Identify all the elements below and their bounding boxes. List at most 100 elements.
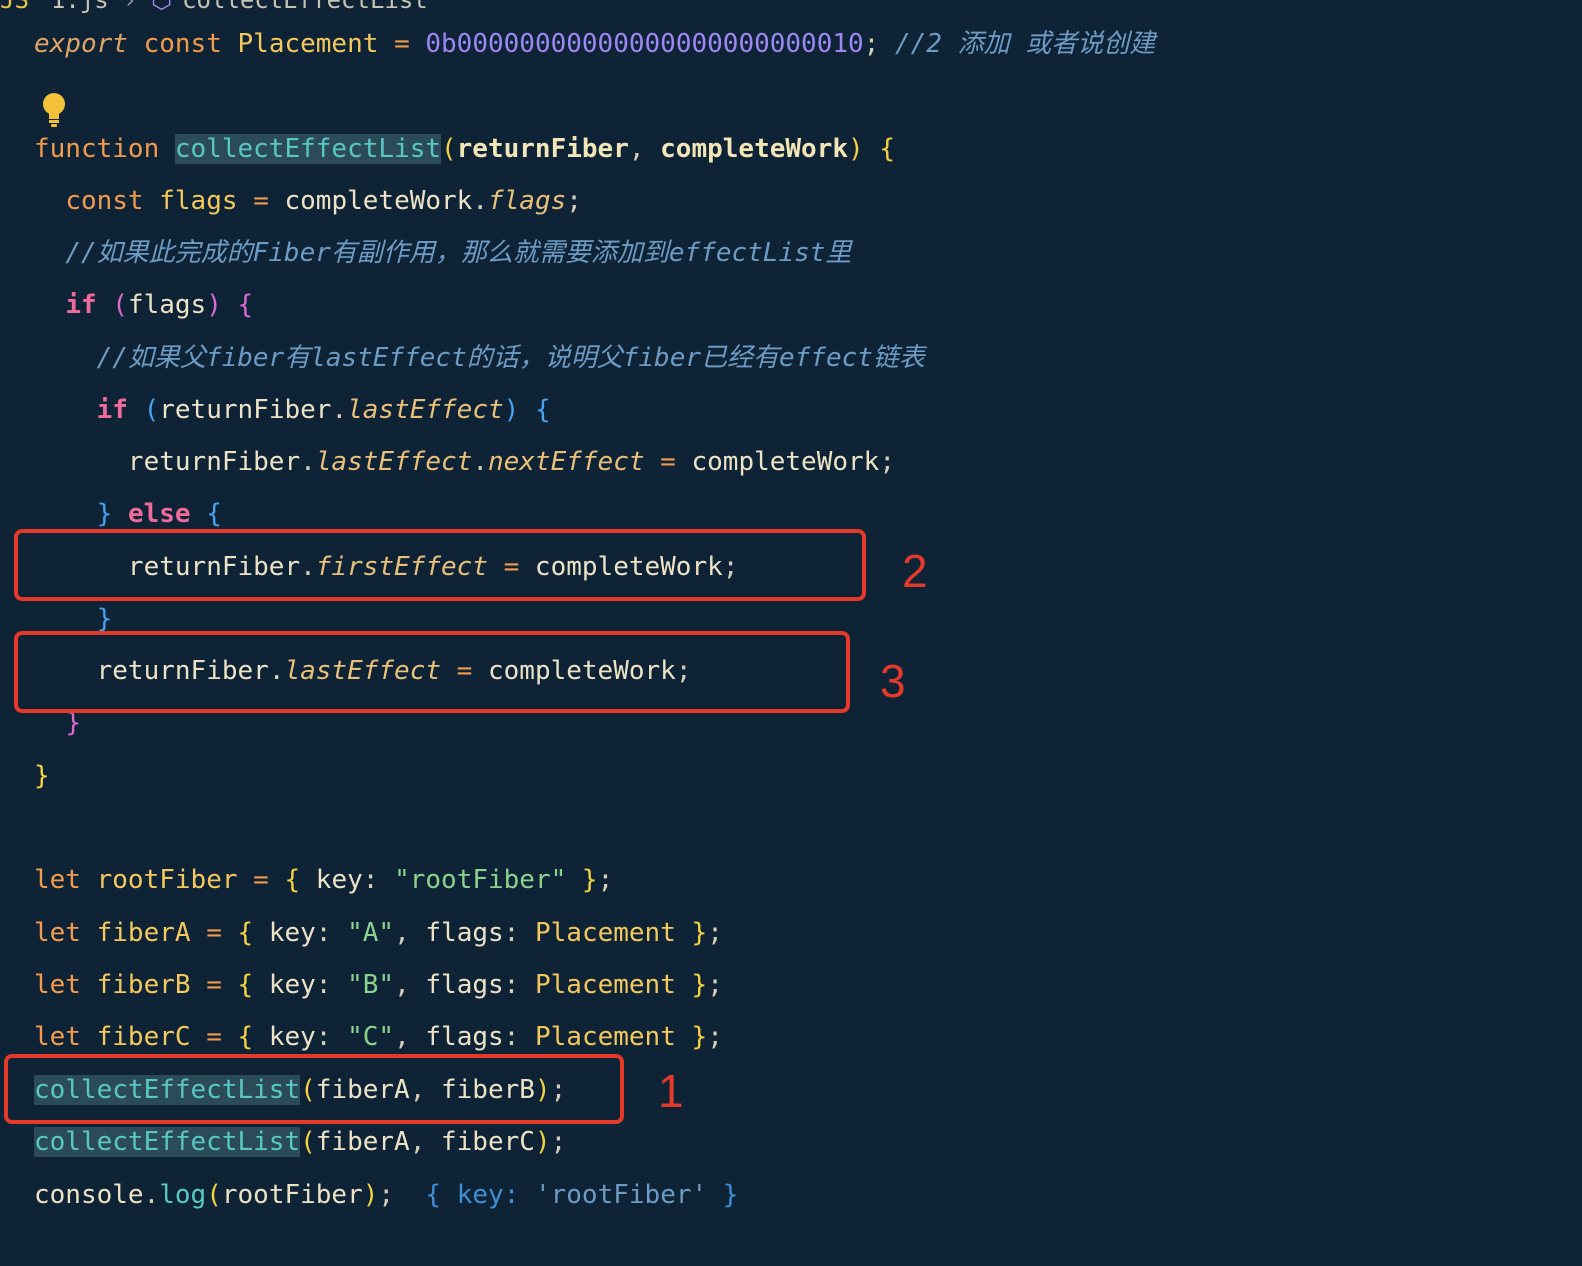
code-token: flags (425, 918, 504, 948)
function-name-highlight[interactable]: collectEffectList (174, 134, 441, 164)
code-token: } (691, 1022, 708, 1052)
code-token: { (237, 290, 254, 320)
code-token: , (409, 1127, 441, 1157)
code-token: = (206, 918, 222, 948)
code-line-7: if (returnFiber.lastEffect) { (34, 390, 551, 430)
code-token: ; (566, 186, 582, 216)
code-line-9: } else { (34, 494, 222, 534)
code-line-18: let fiberC = { key: "C", flags: Placemen… (34, 1017, 723, 1057)
hint-value: 'rootFiber' (534, 1180, 708, 1210)
code-token: } (691, 970, 708, 1000)
annotation-box-2 (14, 529, 866, 601)
code-token: = (660, 447, 676, 477)
code-token: log (159, 1180, 207, 1210)
code-line-2: function collectEffectList(returnFiber, … (34, 129, 895, 169)
inline-result-hint: { key: 'rootFiber' } (425, 1180, 739, 1210)
annotation-box-1 (4, 1054, 624, 1124)
code-token: fiberC (441, 1127, 535, 1157)
code-token: ) (848, 134, 864, 164)
code-token: Placement (237, 29, 379, 59)
code-token: ; (550, 1127, 567, 1157)
code-token: const (143, 29, 222, 59)
code-token: { (879, 134, 895, 164)
code-token: fiberA (96, 918, 191, 948)
code-token: Placement (534, 970, 676, 1000)
code-token: "rootFiber" (394, 865, 567, 895)
code-token: 0b00000000000000000000000010 (425, 29, 864, 59)
lightbulb-icon[interactable] (38, 90, 70, 128)
code-token: Placement (534, 918, 676, 948)
code-line-20: collectEffectList(fiberA, fiberC); (34, 1122, 566, 1162)
code-token: : (503, 918, 520, 948)
code-token: key (268, 970, 316, 1000)
code-line-14: } (34, 756, 50, 796)
code-token: lastEffect (347, 395, 504, 425)
code-token: returnFiber (127, 447, 301, 477)
code-token: ) (534, 1127, 551, 1157)
breadcrumb-file[interactable]: 1.js (51, 0, 109, 14)
code-token: ( (441, 134, 457, 164)
code-line-1: export const Placement = 0b0000000000000… (34, 24, 1155, 64)
code-token: key (268, 1022, 316, 1052)
code-token: let (34, 918, 81, 948)
code-token: returnFiber (159, 395, 332, 425)
code-line-6: //如果父fiber有lastEffect的话，说明父fiber已经有effec… (34, 338, 925, 378)
code-token: key (268, 918, 316, 948)
code-comment: //如果此完成的Fiber有副作用，那么就需要添加到effectList里 (65, 238, 852, 268)
code-token: if (96, 395, 128, 425)
code-token: } (96, 499, 113, 529)
code-line-4: //如果此完成的Fiber有副作用，那么就需要添加到effectList里 (34, 233, 851, 273)
code-token: . (472, 186, 488, 216)
code-token: , (628, 134, 661, 164)
hint-key: key (456, 1180, 504, 1210)
code-line-3: const flags = completeWork.flags; (34, 181, 582, 221)
code-token: : (503, 1022, 520, 1052)
code-token: flags (159, 186, 238, 216)
code-token: { (237, 1022, 254, 1052)
function-call-highlight[interactable]: collectEffectList (34, 1127, 301, 1157)
code-token: flags (425, 970, 504, 1000)
code-token: . (300, 447, 316, 477)
code-line-15: let rootFiber = { key: "rootFiber" }; (34, 860, 613, 900)
code-comment: //2 添加 或者说创建 (894, 29, 1156, 59)
code-token: { (284, 865, 301, 895)
code-token: flags (425, 1022, 504, 1052)
code-token: . (143, 1180, 160, 1210)
annotation-number-1: 1 (658, 1065, 684, 1117)
code-token: let (34, 865, 81, 895)
code-token: rootFiber (221, 1180, 363, 1210)
code-token: let (34, 970, 81, 1000)
code-token: } (581, 865, 598, 895)
code-token: export (34, 29, 128, 59)
code-token: = (394, 29, 410, 59)
code-token: ; (863, 29, 880, 59)
code-token: } (96, 604, 113, 634)
breadcrumb[interactable]: JS 1.js › ⬡ collectEffectList (0, 0, 428, 14)
code-token: ) (503, 395, 520, 425)
code-token: "C" (347, 1022, 395, 1052)
code-token: = (253, 186, 269, 216)
code-token: : (315, 918, 332, 948)
code-token: fiberC (96, 1022, 191, 1052)
code-token: fiberA (315, 1127, 410, 1157)
code-token: } (691, 918, 708, 948)
code-token: ( (112, 290, 128, 320)
code-token: fiberB (96, 970, 191, 1000)
code-token: lastEffect (315, 447, 473, 477)
breadcrumb-symbol[interactable]: collectEffectList (182, 0, 428, 14)
code-token: , (394, 1022, 410, 1052)
code-token: console (34, 1180, 144, 1210)
code-token: } (34, 761, 50, 791)
code-line-17: let fiberB = { key: "B", flags: Placemen… (34, 965, 723, 1005)
code-token: ; (378, 1180, 395, 1210)
code-token: = (206, 1022, 222, 1052)
code-token: ) (362, 1180, 379, 1210)
code-token: : (315, 970, 332, 1000)
code-token: ; (707, 918, 723, 948)
code-token: : (315, 1022, 332, 1052)
code-token: ( (206, 1180, 222, 1210)
chevron-right-icon: › (122, 0, 138, 14)
code-token: "B" (347, 970, 395, 1000)
code-token: { (237, 970, 254, 1000)
code-token: . (331, 395, 348, 425)
